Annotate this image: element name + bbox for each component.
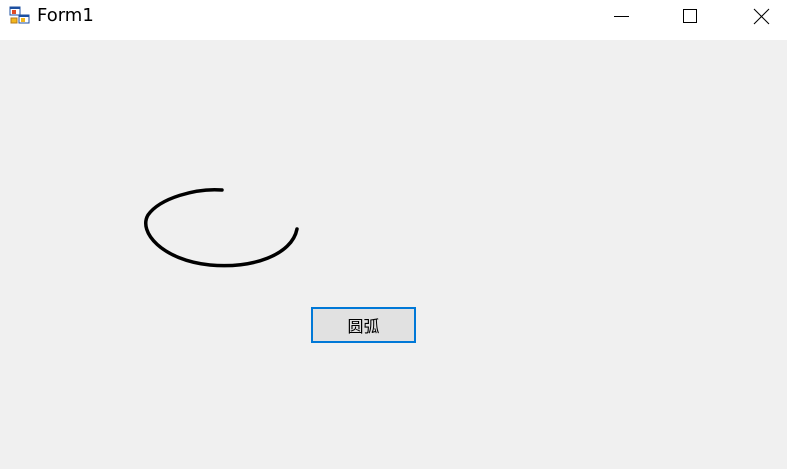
close-icon bbox=[753, 8, 770, 25]
arc-button[interactable]: 圆弧 bbox=[311, 307, 416, 343]
title-bar[interactable]: Form1 bbox=[0, 0, 787, 40]
arc-shape bbox=[144, 188, 299, 268]
maximize-icon bbox=[683, 9, 697, 23]
maximize-button[interactable] bbox=[667, 0, 713, 32]
window-title: Form1 bbox=[37, 5, 94, 26]
winforms-app-icon bbox=[9, 6, 30, 24]
minimize-icon bbox=[614, 16, 629, 17]
form-client-area: 圆弧 bbox=[0, 40, 787, 469]
minimize-button[interactable] bbox=[598, 0, 644, 32]
form-window: Form1 圆弧 bbox=[0, 0, 787, 469]
drawing-canvas bbox=[144, 188, 299, 268]
close-button[interactable] bbox=[738, 0, 784, 32]
